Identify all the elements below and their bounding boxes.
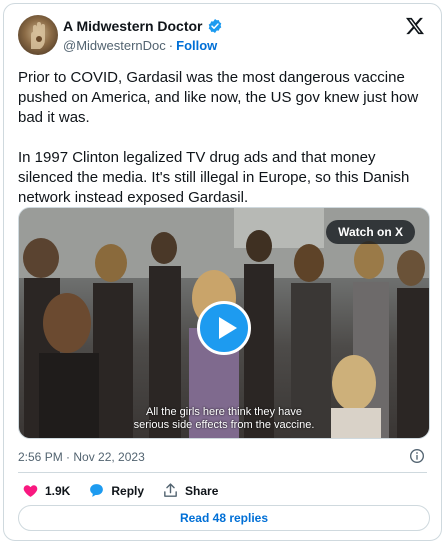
share-label: Share [185,483,219,498]
x-logo-icon[interactable] [405,16,425,36]
share-icon [164,483,177,497]
subtitle-line: All the girls here think they have [146,406,302,418]
follow-button[interactable]: Follow [176,37,217,54]
info-icon[interactable] [409,448,425,464]
reply-bubble-icon [90,484,104,497]
verified-badge-icon [208,19,221,33]
heart-icon [23,485,38,497]
like-count: 1.9K [45,483,71,498]
avatar[interactable] [18,15,58,55]
share-button[interactable]: Share [162,482,218,499]
video-subtitle: All the girls here think they have serio… [19,406,429,432]
video-player[interactable]: Watch on X All the girls here think they… [18,207,430,439]
divider [18,472,427,473]
avatar-hand-image [31,22,45,49]
tweet-paragraph: In 1997 Clinton legalized TV drug ads an… [18,149,410,206]
reply-button[interactable]: Reply [88,482,144,499]
watch-on-x-button[interactable]: Watch on X [326,220,415,244]
action-bar: 1.9K Reply Share [22,482,236,499]
tweet-paragraph: Prior to COVID, Gardasil was the most da… [18,69,419,126]
read-replies-button[interactable]: Read 48 replies [18,505,430,531]
play-button-icon[interactable] [197,301,251,355]
author-handle[interactable]: @MidwesternDoc [63,37,166,54]
like-button[interactable]: 1.9K [22,482,70,499]
tweet-card: A Midwestern Doctor @MidwesternDoc · Fol… [3,3,442,541]
tweet-timestamp[interactable]: 2:56 PM · Nov 22, 2023 [18,450,145,464]
tweet-text: Prior to COVID, Gardasil was the most da… [18,68,430,228]
handle-separator: · [168,38,174,53]
reply-label: Reply [111,483,145,498]
author-name[interactable]: A Midwestern Doctor [63,17,203,35]
subtitle-line: serious side effects from the vaccine. [133,419,315,431]
